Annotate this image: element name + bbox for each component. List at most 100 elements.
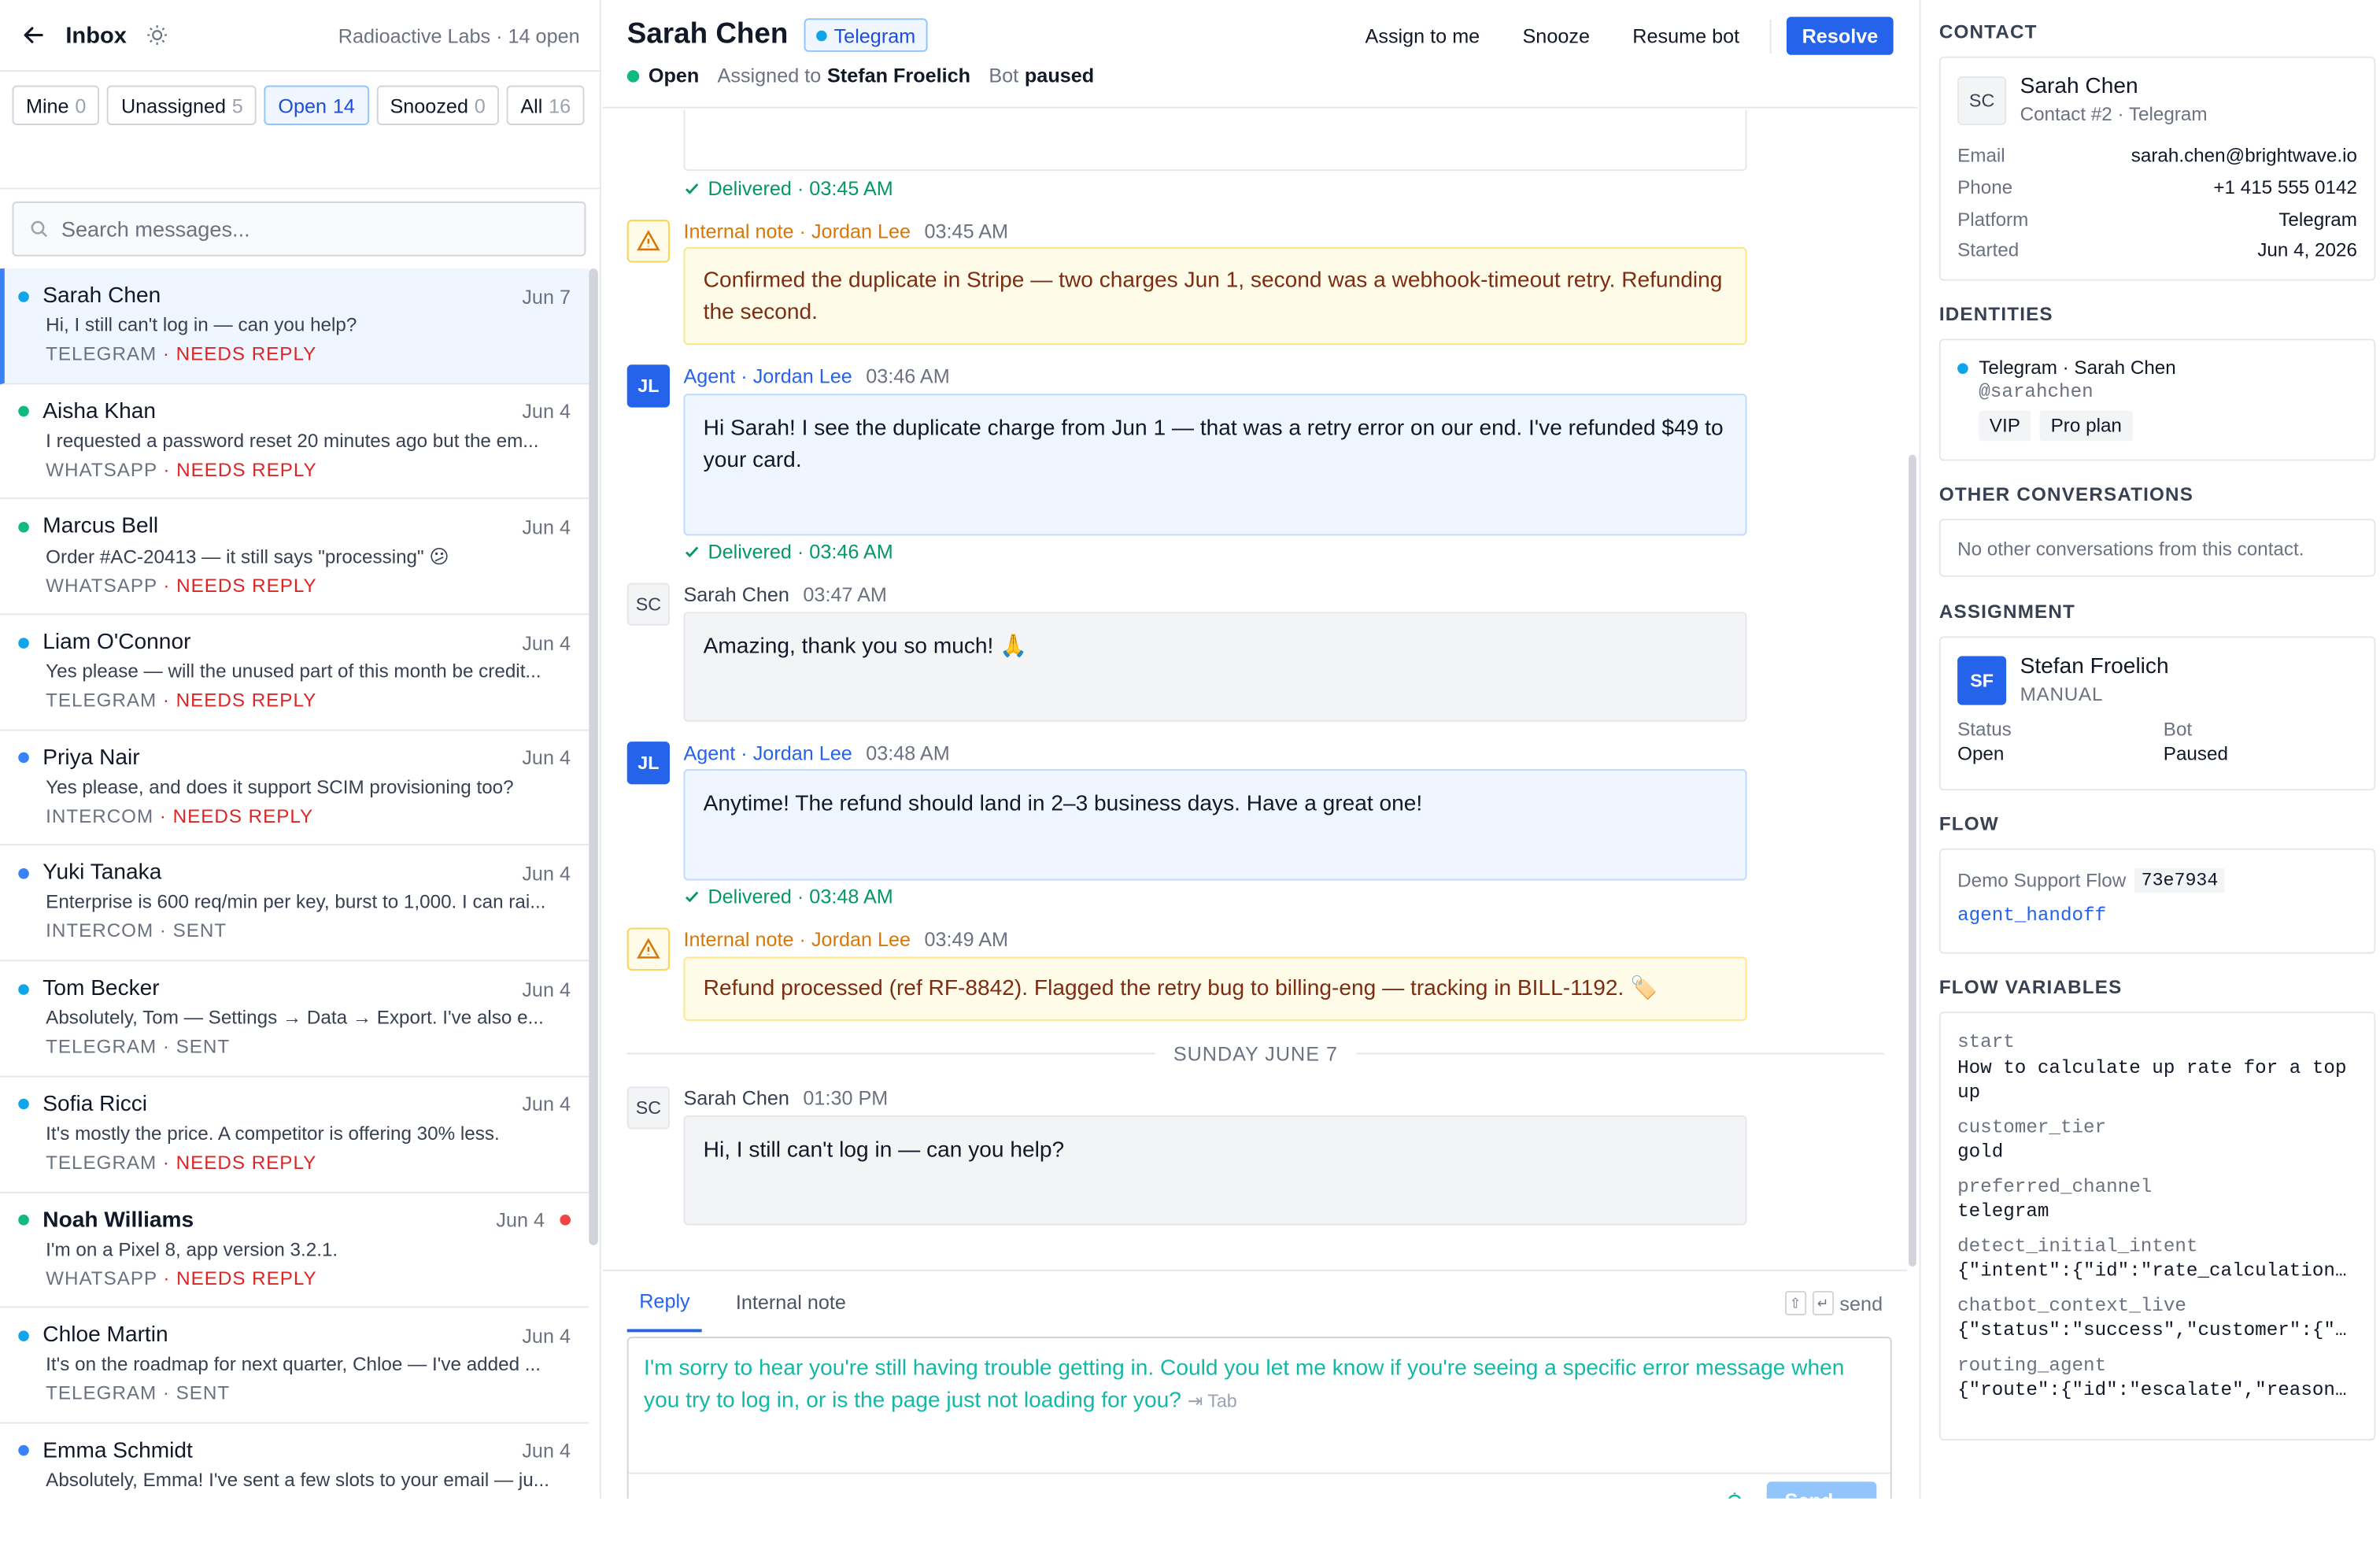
send-button[interactable]: Send → xyxy=(1766,1481,1877,1499)
conversation-item[interactable]: Yuki Tanaka Jun 4 Enterprise is 600 req/mi… xyxy=(0,846,589,962)
filter-open[interactable]: Open 14 xyxy=(264,85,369,125)
conversation-item[interactable]: Aisha Khan Jun 4 I requested a password re… xyxy=(0,384,589,500)
assignment-card: SF Stefan Froelich MANUAL Status Open Bo… xyxy=(1938,636,2376,791)
enter-key-icon: ↵ xyxy=(1812,1290,1834,1315)
flow-variable-value: {"status":"success","customer":{"tier":"… xyxy=(1957,1319,2357,1341)
conversation-status: · SENT xyxy=(159,920,227,942)
flow-node-link[interactable]: agent_handoff xyxy=(1957,905,2357,926)
contact-card-sub: Contact #2 · Telegram xyxy=(2020,103,2208,125)
conversation-list: Sarah Chen Jun 7 Hi, I still can't log in … xyxy=(0,268,589,1499)
resume-bot-button[interactable]: Resume bot xyxy=(1617,17,1755,54)
conversation-item[interactable]: Sarah Chen Jun 7 Hi, I still can't log in … xyxy=(0,268,589,384)
unread-dot-icon xyxy=(560,1215,571,1226)
conversation-item[interactable]: Liam O'Connor Jun 4 Yes please — will the … xyxy=(0,615,589,731)
day-separator: SUNDAY JUNE 7 xyxy=(626,1041,1885,1066)
message-author: Internal note · Jordan Lee xyxy=(683,927,911,951)
theme-toggle-icon[interactable] xyxy=(145,23,169,47)
identity-handle: @sarahchen xyxy=(1979,381,2094,403)
conversation-item[interactable]: Sofia Ricci Jun 4 It's mostly the price. A… xyxy=(0,1077,589,1193)
message-header: Sarah Chen 01:30 PM xyxy=(683,1086,888,1109)
contact-card: SC Sarah Chen Contact #2 · Telegram Emai… xyxy=(1938,56,2376,281)
flow-variables-card: start How to calculate up rate for a top … xyxy=(1938,1012,2376,1441)
conversation-item[interactable]: Priya Nair Jun 4 Yes please, and does it s… xyxy=(0,730,589,846)
platform-dot-icon xyxy=(18,983,29,995)
ai-suggestion[interactable]: I'm sorry to hear you're still having tr… xyxy=(628,1338,1890,1474)
flow-variable-value: {"route":{"id":"escalate","reason":""}} xyxy=(1957,1379,2357,1401)
check-icon xyxy=(685,183,699,194)
platform-dot-icon xyxy=(18,521,29,533)
conversation-item[interactable]: Marcus Bell Jun 4 Order #AC-20413 — it sti… xyxy=(0,500,589,616)
assignment-mode: MANUAL xyxy=(2020,683,2104,705)
delivery-text: Delivered · 03:48 AM xyxy=(708,885,893,908)
filter-unassigned[interactable]: Unassigned 5 xyxy=(107,85,257,125)
back-arrow-icon[interactable] xyxy=(20,21,47,49)
conversation-date: Jun 4 xyxy=(522,746,571,770)
platform-dot-icon xyxy=(18,753,29,764)
conversation-platform: TELEGRAM xyxy=(46,1036,157,1058)
flow-variable: detect_initial_intent {"intent":{"id":"ra… xyxy=(1957,1233,2357,1284)
assign-to-me-button[interactable]: Assign to me xyxy=(1350,17,1495,54)
conversation-item[interactable]: Chloe Martin Jun 4 It's on the roadmap for… xyxy=(0,1308,589,1424)
warning-icon xyxy=(637,230,660,251)
platform-dot-icon xyxy=(18,1445,29,1457)
status-dot-icon xyxy=(626,69,640,82)
tab-internal-note[interactable]: Internal note xyxy=(723,1271,858,1333)
agent-message-bubble: Hi Sarah! I see the duplicate charge fro… xyxy=(683,394,1747,536)
delivery-text: Delivered · 03:45 AM xyxy=(708,176,893,200)
reply-textarea[interactable]: I'm sorry to hear you're still having tr… xyxy=(626,1337,1892,1499)
conversation-name: Tom Becker xyxy=(42,976,160,1001)
flow-variable-value: telegram xyxy=(1957,1200,2049,1222)
message-time: 03:46 AM xyxy=(866,364,950,388)
conversation-platform: INTERCOM xyxy=(46,920,154,942)
day-separator-label: SUNDAY JUNE 7 xyxy=(1173,1041,1338,1066)
message-author: Agent · Jordan Lee xyxy=(683,742,852,765)
conversation-name: Noah Williams xyxy=(42,1208,194,1233)
identities-section-title: IDENTITIES xyxy=(1938,303,2053,325)
lightbulb-icon[interactable] xyxy=(1723,1492,1747,1499)
search-box xyxy=(12,201,586,257)
telegram-dot-icon xyxy=(1957,362,1968,373)
suggestion-text: I'm sorry to hear you're still having tr… xyxy=(644,1356,1845,1414)
conversation-status: · NEEDS REPLY xyxy=(163,575,317,597)
assigned-prefix: Assigned to xyxy=(717,64,822,87)
conversation-item[interactable]: Emma Schmidt Jun 4 Absolutely, Emma! I've … xyxy=(0,1423,589,1499)
message-time: 03:47 AM xyxy=(803,583,887,606)
conversation-item[interactable]: Tom Becker Jun 4 Absolutely, Tom — Setting… xyxy=(0,961,589,1078)
conversation-date: Jun 7 xyxy=(522,284,571,308)
flow-card: Demo Support Flow 73e7934 agent_handoff xyxy=(1938,848,2376,954)
search-input[interactable] xyxy=(61,216,570,242)
platform-dot-icon xyxy=(18,1330,29,1341)
conversation-status: · SENT xyxy=(162,1036,231,1058)
thread-scrollbar[interactable] xyxy=(1909,454,1916,1267)
contact-message-bubble: Hi, I still can't log in — can you help? xyxy=(683,1115,1747,1226)
identity-tags: VIP Pro plan xyxy=(1979,410,2357,442)
snooze-button[interactable]: Snooze xyxy=(1507,17,1605,54)
tab-accept-hint: ⇥ Tab xyxy=(1187,1389,1237,1412)
delivery-status: Delivered · 03:45 AM xyxy=(683,177,893,200)
resolve-button[interactable]: Resolve xyxy=(1787,17,1894,55)
field-label: Platform xyxy=(1957,208,2029,230)
platform-dot-icon xyxy=(18,1099,29,1110)
conversation-platform: WHATSAPP xyxy=(46,458,157,481)
conversation-status: · NEEDS REPLY xyxy=(163,458,317,481)
filter-bar: Mine 0 Unassigned 5 Open 14 Snoozed 0 All 16 xyxy=(0,72,600,190)
inbox-panel: Inbox Radioactive Labs · 14 open Mine 0 Un… xyxy=(0,0,601,1499)
filter-all[interactable]: All 16 xyxy=(506,85,585,125)
filter-label: Snoozed xyxy=(390,94,468,117)
conversation-list-scrollbar[interactable] xyxy=(589,268,598,1245)
tab-reply[interactable]: Reply xyxy=(626,1271,703,1333)
platform-dot-icon xyxy=(18,867,29,879)
conversation-item[interactable]: Noah Williams Jun 4 I'm on a Pixel 8, app … xyxy=(0,1193,589,1308)
conversation-preview: Yes please — will the unused part of thi… xyxy=(46,660,541,682)
composer: Reply Internal note ⇧ ↵ send I'm sorry t… xyxy=(602,1269,1908,1499)
filter-snoozed[interactable]: Snoozed 0 xyxy=(376,85,500,125)
identity-card: Telegram · Sarah Chen @sarahchen VIP Pro … xyxy=(1938,338,2376,461)
conversation-date: Jun 4 xyxy=(522,1093,571,1116)
filter-mine[interactable]: Mine 0 xyxy=(12,85,100,125)
conversation-platform: TELEGRAM xyxy=(46,690,157,712)
conversation-status: · SENT xyxy=(162,1382,231,1404)
flow-variable-key: start xyxy=(1957,1031,2015,1053)
other-conversations-section-title: OTHER CONVERSATIONS xyxy=(1938,483,2194,505)
field-value: Jun 4, 2026 xyxy=(2257,240,2357,262)
flow-variable: customer_tier gold xyxy=(1957,1115,2357,1165)
